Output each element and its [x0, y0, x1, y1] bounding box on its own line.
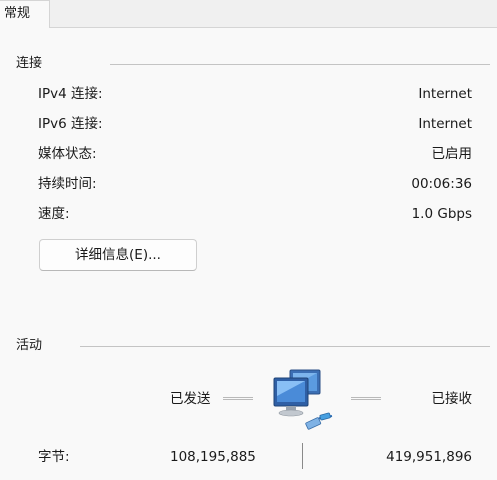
- speed-label: 速度:: [38, 206, 70, 222]
- bytes-sent-value: 108,195,885: [170, 449, 256, 465]
- tab-strip: 常规: [0, 0, 497, 28]
- duration-value: 00:06:36: [411, 176, 472, 192]
- connection-group-title: 连接: [16, 56, 43, 71]
- ipv4-connectivity-label: IPv4 连接:: [38, 86, 103, 102]
- received-label: 已接收: [431, 391, 473, 407]
- ipv6-connectivity-label: IPv6 连接:: [38, 116, 103, 132]
- details-button[interactable]: 详细信息(E)...: [39, 239, 197, 271]
- activity-group-divider: [80, 346, 490, 347]
- bytes-received-value: 419,951,896: [386, 449, 472, 465]
- ipv6-connectivity-value: Internet: [418, 116, 472, 132]
- activity-group-title: 活动: [16, 338, 43, 353]
- general-panel: 连接 IPv4 连接: Internet IPv6 连接: Internet 媒…: [0, 27, 497, 480]
- ipv4-connectivity-value: Internet: [418, 86, 472, 102]
- speed-value: 1.0 Gbps: [411, 206, 472, 222]
- bytes-label: 字节:: [38, 449, 70, 465]
- media-state-value: 已启用: [431, 146, 473, 162]
- duration-label: 持续时间:: [38, 176, 97, 192]
- received-dash: [351, 397, 381, 400]
- network-computers-icon: [273, 369, 333, 430]
- sent-label: 已发送: [170, 391, 211, 407]
- connection-group-divider: [110, 64, 490, 65]
- tab-general-label: 常规: [4, 6, 31, 21]
- activity-separator: [302, 443, 303, 469]
- media-state-label: 媒体状态:: [38, 146, 97, 162]
- sent-dash: [223, 397, 253, 400]
- tab-general[interactable]: 常规: [0, 0, 50, 28]
